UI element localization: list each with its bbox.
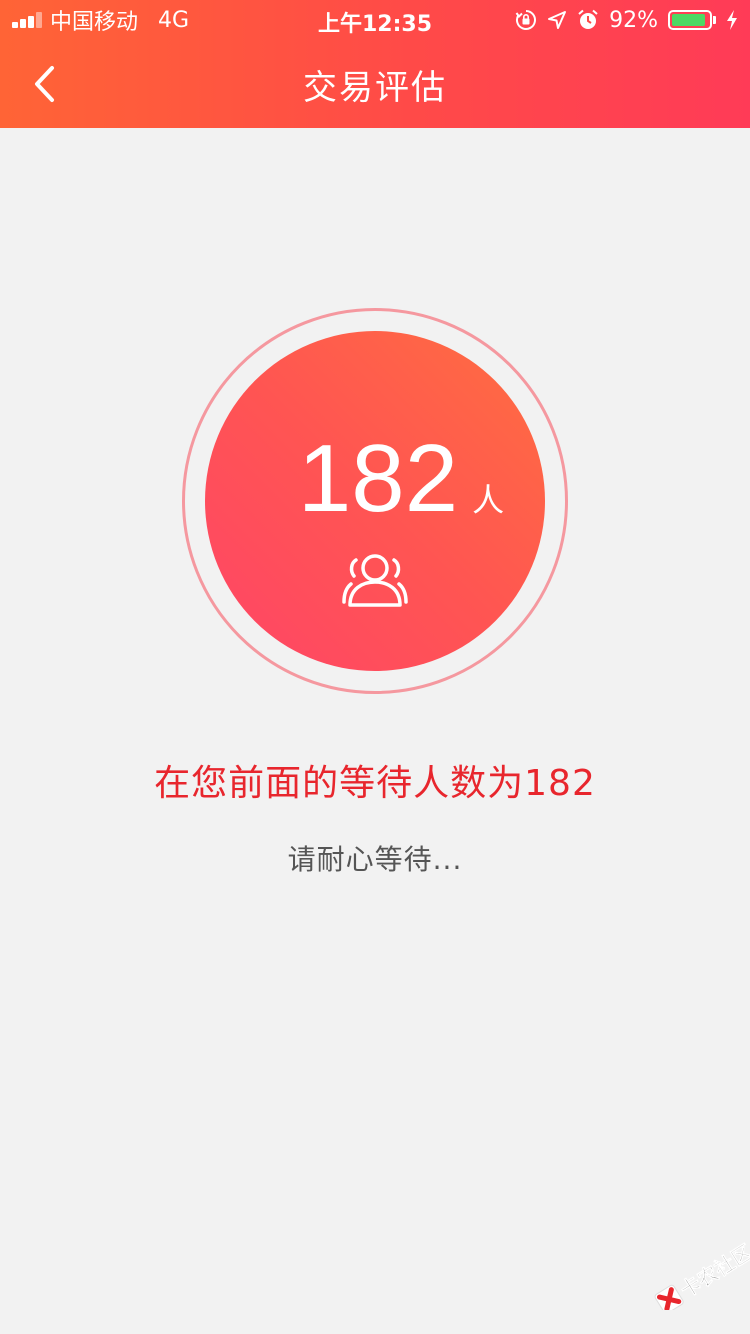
battery-percent: 92%: [609, 7, 658, 33]
alarm-icon: [577, 9, 599, 31]
watermark-logo: 卡农社区: [654, 1239, 750, 1310]
queue-unit: 人: [472, 481, 505, 519]
patience-message: 请耐心等待...: [287, 843, 463, 876]
status-right: 92%: [515, 6, 738, 34]
queue-count: 182: [297, 425, 459, 532]
orientation-lock-icon: [515, 9, 537, 31]
battery-icon: [668, 10, 716, 30]
location-icon: [547, 10, 567, 30]
svg-text:卡农社区: 卡农社区: [676, 1240, 750, 1303]
queue-circle: 182 人: [205, 331, 545, 671]
people-icon: [342, 554, 408, 607]
charging-icon: [726, 10, 738, 30]
page-title: 交易评估: [303, 68, 447, 108]
app-header: 中国移动 4G 上午12:35 92% 交易评估: [0, 0, 750, 128]
queue-message: 在您前面的等待人数为182: [154, 763, 596, 804]
queue-count-row: 182 人: [205, 429, 545, 529]
status-bar: 中国移动 4G 上午12:35 92%: [0, 0, 750, 40]
